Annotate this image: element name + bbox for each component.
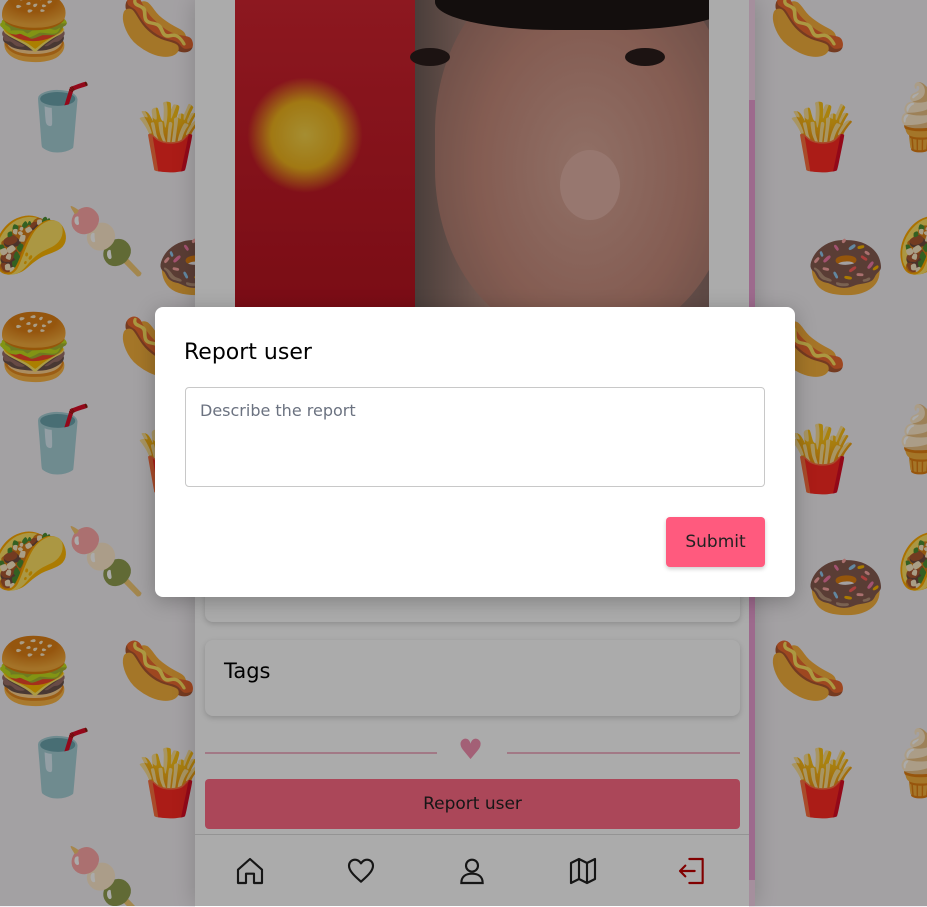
submit-button[interactable]: Submit [666,517,765,567]
report-description-input[interactable] [185,387,765,487]
report-user-modal: Report user Submit [155,307,795,597]
modal-title: Report user [184,340,312,365]
